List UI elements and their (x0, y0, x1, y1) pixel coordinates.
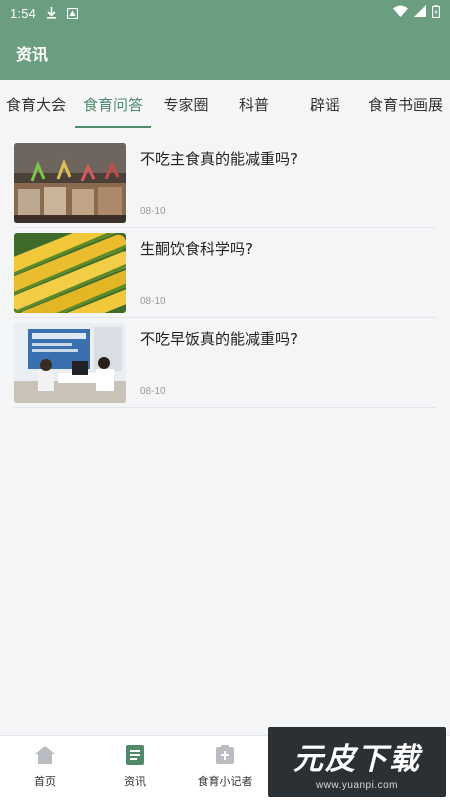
tab-label: 辟谣 (309, 95, 340, 114)
status-bar: 1:54 (0, 0, 450, 26)
article-list: 不吃主食真的能减重吗? 08-10 生酮饮食科学吗? 08-10 不吃早饭真的能… (14, 138, 436, 408)
watermark-logo: 元皮下载 (293, 741, 421, 777)
dessert-cups-photo (14, 143, 126, 223)
article-title: 不吃主食真的能减重吗? (140, 150, 298, 168)
tab-expert-circle[interactable]: 专家圈 (153, 80, 219, 128)
tab-label: 食育大会 (5, 95, 66, 114)
category-tabs: 食育大会 食育问答 专家圈 科普 辟谣 食育书画展 (0, 80, 450, 128)
article-item[interactable]: 生酮饮食科学吗? 08-10 (14, 228, 436, 318)
download-icon (46, 7, 57, 19)
news-icon (123, 743, 147, 767)
page-title: 资讯 (16, 45, 49, 64)
tab-rumor-debunk[interactable]: 辟谣 (289, 80, 361, 128)
watermark-url: www.yuanpi.com (315, 779, 399, 791)
tab-food-education-conference[interactable]: 食育大会 (0, 80, 72, 128)
app-bar: 资讯 (0, 26, 450, 80)
article-title: 生酮饮食科学吗? (140, 240, 253, 258)
article-date: 08-10 (140, 206, 166, 217)
article-title: 不吃早饭真的能减重吗? (140, 330, 298, 348)
nav-home[interactable]: 首页 (0, 736, 90, 800)
article-date: 08-10 (140, 386, 166, 397)
watermark: 元皮下载 www.yuanpi.com (268, 727, 446, 797)
tab-label: 科普 (238, 95, 269, 114)
nav-little-reporter[interactable]: 食育小记者 (180, 736, 270, 800)
tab-calligraphy-exhibition[interactable]: 食育书画展 (361, 80, 450, 128)
article-item[interactable]: 不吃早饭真的能减重吗? 08-10 (14, 318, 436, 408)
battery-icon (432, 4, 440, 22)
signal-icon (414, 5, 426, 21)
article-item[interactable]: 不吃主食真的能减重吗? 08-10 (14, 138, 436, 228)
tab-label: 食育问答 (82, 95, 143, 114)
nav-news[interactable]: 资讯 (90, 736, 180, 800)
wifi-icon (393, 5, 408, 21)
tab-label: 食育书画展 (367, 95, 443, 114)
reporter-icon (213, 743, 237, 767)
nav-label: 首页 (34, 775, 56, 788)
nav-label: 资讯 (124, 775, 146, 788)
corn-photo (14, 233, 126, 313)
tab-popular-science[interactable]: 科普 (219, 80, 289, 128)
tab-underline (75, 126, 151, 128)
article-date: 08-10 (140, 296, 166, 307)
home-icon (33, 743, 57, 767)
notification-icon (67, 7, 79, 19)
tab-food-education-qa[interactable]: 食育问答 (75, 80, 151, 128)
nav-label: 食育小记者 (197, 775, 253, 788)
status-time: 1:54 (10, 5, 37, 21)
consultation-photo (14, 323, 126, 403)
tab-label: 专家圈 (163, 95, 209, 114)
